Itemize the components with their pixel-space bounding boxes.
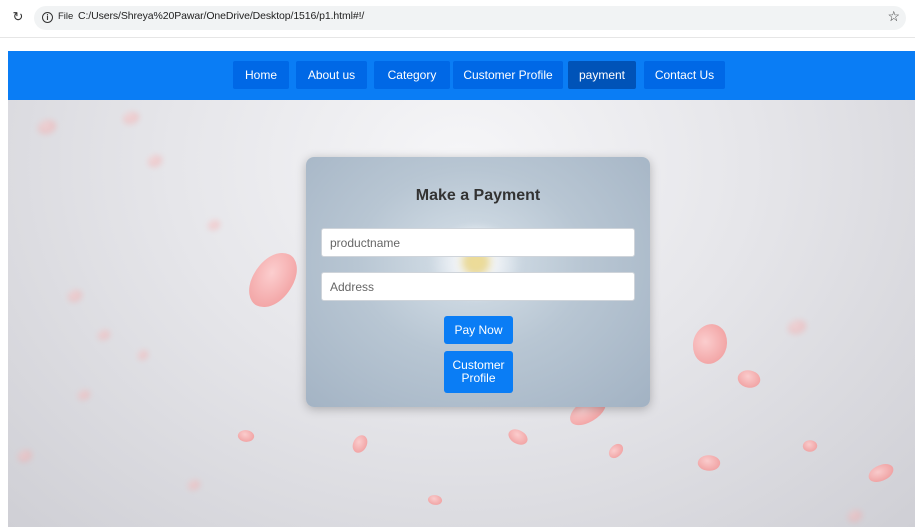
star-icon[interactable]: ☆ [887,8,900,25]
petal-decoration [18,450,32,462]
payment-card: Make a Payment Pay Now Customer Profile [306,157,650,407]
url-text[interactable]: C:/Users/Shreya%20Pawar/OneDrive/Desktop… [78,10,364,22]
petal-decoration [696,452,722,474]
petal-decoration [848,510,862,522]
petal-decoration [505,425,531,449]
nav-about-us[interactable]: About us [296,61,367,89]
nav-customer-profile[interactable]: Customer Profile [453,61,563,89]
petal-decoration [38,120,56,134]
nav-category[interactable]: Category [374,61,450,89]
scheme-label: File [58,11,74,22]
petal-decoration [734,365,764,393]
nav-contact-us[interactable]: Contact Us [644,61,725,89]
navbar: Home About us Category Customer Profile … [8,51,915,100]
nav-payment[interactable]: payment [568,61,636,89]
petal-decoration [68,290,82,302]
card-title: Make a Payment [415,187,541,204]
petal-decoration [606,441,626,461]
reload-icon[interactable]: ↻ [10,9,26,25]
info-icon[interactable]: i [42,12,53,23]
petal-decoration [78,390,90,400]
petal-decoration [426,492,444,508]
petal-decoration [188,480,200,490]
browser-toolbar: ↻ i File C:/Users/Shreya%20Pawar/OneDriv… [0,0,915,38]
address-input[interactable] [321,272,635,301]
product-name-input[interactable] [321,228,635,257]
petal-decoration [686,319,734,369]
petal-decoration [98,330,110,340]
address-bar[interactable]: i File C:/Users/Shreya%20Pawar/OneDrive/… [34,6,906,30]
petal-decoration [242,244,304,316]
petal-decoration [866,461,896,485]
petal-decoration [123,112,139,124]
petal-decoration [351,433,369,455]
nav-home[interactable]: Home [233,61,289,89]
petal-decoration [148,155,162,167]
customer-profile-button-line2: Profile [461,371,496,385]
petal-decoration [801,437,819,455]
customer-profile-button[interactable]: Customer Profile [444,351,513,393]
petal-decoration [138,350,148,360]
petal-decoration [236,427,256,445]
petal-decoration [788,320,806,334]
pay-now-button[interactable]: Pay Now [444,316,513,344]
petal-decoration [208,220,220,230]
